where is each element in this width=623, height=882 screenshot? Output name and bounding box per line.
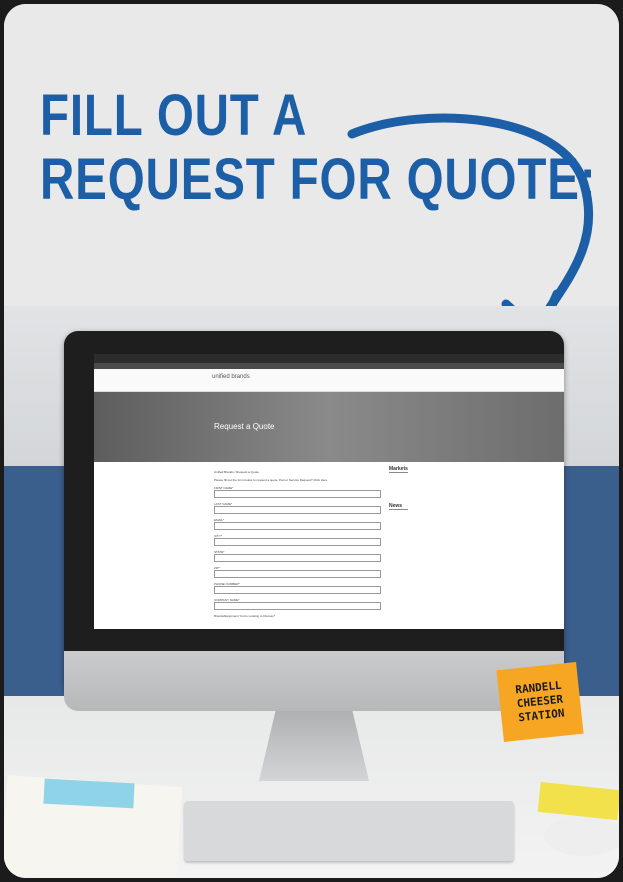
monitor-screen: unified brands Request a Quote Unified B… <box>94 354 564 629</box>
hero-title: Request a Quote <box>214 422 275 431</box>
phone-field[interactable] <box>214 586 381 594</box>
hero-banner: Request a Quote <box>94 392 564 462</box>
state-field[interactable] <box>214 554 381 562</box>
monitor-stand <box>259 711 369 781</box>
site-logo: unified brands <box>212 374 250 380</box>
sidebar: Markets News <box>389 466 408 512</box>
city-field[interactable] <box>214 538 381 546</box>
brands-label: Brands/Equipment You're Looking to Discu… <box>214 614 275 618</box>
sidebar-news: News <box>389 503 408 510</box>
email-field[interactable] <box>214 522 381 530</box>
orange-sticky-note: RANDELL CHEESER STATION <box>496 662 584 742</box>
last-name-field[interactable] <box>214 506 381 514</box>
blue-sticky-note <box>43 778 135 809</box>
browser-tab-bar <box>94 354 564 363</box>
mouse <box>544 816 619 856</box>
monitor-chin <box>64 651 564 711</box>
desk-photo: unified brands Request a Quote Unified B… <box>4 306 619 878</box>
site-header: unified brands <box>94 369 564 392</box>
company-field[interactable] <box>214 602 381 610</box>
sidebar-markets: Markets <box>389 466 408 473</box>
promo-card: FILL OUT A REQUEST FOR QUOTE: unified br… <box>4 4 619 878</box>
quote-form: Unified Brands / Request a Quote Please … <box>94 462 564 618</box>
zip-field[interactable] <box>214 570 381 578</box>
headline-area: FILL OUT A REQUEST FOR QUOTE: <box>4 4 619 339</box>
first-name-field[interactable] <box>214 490 381 498</box>
keyboard <box>184 801 514 861</box>
